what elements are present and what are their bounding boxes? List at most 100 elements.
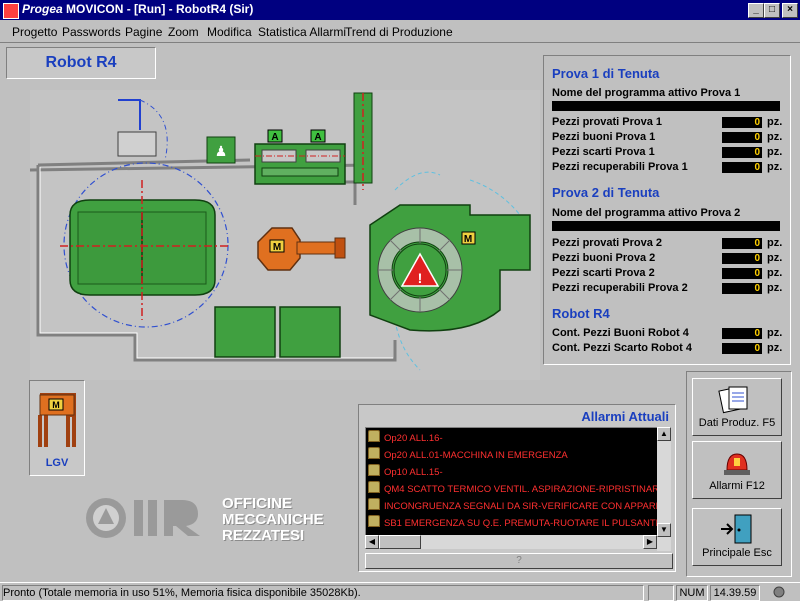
table-motor-text: M xyxy=(464,234,472,245)
main-page-button[interactable]: Principale Esc xyxy=(692,508,782,566)
row3-0-unit: pz. xyxy=(767,327,783,339)
alarm-text: SB1 EMERGENZA SU Q.E. PREMUTA-RUOTARE IL… xyxy=(384,518,659,529)
alarm-text: Op20 ALL.01-MACCHINA IN EMERGENZA xyxy=(384,450,568,461)
scroll-right-button[interactable]: ▶ xyxy=(643,535,657,549)
alarm-text: Op10 ALL.15- xyxy=(384,467,443,478)
row1-2-value: 0 xyxy=(722,147,762,158)
company-name: OFFICINE MECCANICHE REZZATESI xyxy=(222,496,324,544)
bell-icon xyxy=(368,481,380,493)
alarm-text: Op20 ALL.16- xyxy=(384,433,443,444)
station-top xyxy=(254,143,346,185)
alarm-item[interactable]: Op20 ALL.16- xyxy=(368,430,658,446)
bell-icon xyxy=(368,498,380,510)
main-page-label: Principale Esc xyxy=(702,547,772,559)
close-button[interactable]: × xyxy=(782,3,798,18)
exit-door-icon xyxy=(721,514,752,544)
alarms-label: Allarmi F12 xyxy=(709,480,765,492)
row1-3-label: Pezzi recuperabili Prova 1 xyxy=(552,161,688,173)
row2-3-label: Pezzi recuperabili Prova 2 xyxy=(552,282,688,294)
logo-line-1: OFFICINE xyxy=(222,495,292,512)
lgv-panel[interactable]: M LGV xyxy=(29,380,85,476)
warning-mark: ! xyxy=(418,270,423,286)
row2-2-label: Pezzi scarti Prova 2 xyxy=(552,267,655,279)
documents-icon xyxy=(718,386,748,414)
row3-1-unit: pz. xyxy=(767,342,783,354)
lgv-motor-text: M xyxy=(52,400,60,410)
bin-1 xyxy=(214,306,276,358)
row1-2-label: Pezzi scarti Prova 1 xyxy=(552,146,655,158)
row1-1-unit: pz. xyxy=(767,131,783,143)
row1-0-unit: pz. xyxy=(767,116,783,128)
section-prova-2: Prova 2 di Tenuta xyxy=(552,185,660,200)
bell-icon xyxy=(368,430,380,442)
badge-a-1-text: A xyxy=(271,132,278,143)
bell-icon xyxy=(368,464,380,476)
alarm-item[interactable]: Op20 ALL.01-MACCHINA IN EMERGENZA xyxy=(368,447,658,463)
row1-0-label: Pezzi provati Prova 1 xyxy=(552,116,663,128)
row2-2-unit: pz. xyxy=(767,267,783,279)
row1-0-value: 0 xyxy=(722,117,762,128)
row2-1-label: Pezzi buoni Prova 2 xyxy=(552,252,656,264)
status-time: 14.39.59 xyxy=(710,585,760,601)
row1-1-value: 0 xyxy=(722,132,762,143)
prog2-display xyxy=(552,221,780,231)
production-data-label: Dati Produz. F5 xyxy=(698,417,776,429)
alarm-panel-title: Allarmi Attuali xyxy=(581,409,669,424)
alarm-item[interactable]: INCONGRUENZA SEGNALI DA SIR-VERIFICARE C… xyxy=(368,498,658,514)
status-bar: Pronto (Totale memoria in uso 51%, Memor… xyxy=(0,582,800,601)
status-message: Pronto (Totale memoria in uso 51%, Memor… xyxy=(2,585,644,601)
row3-1-value: 0 xyxy=(722,343,762,354)
company-logo xyxy=(86,498,200,538)
alarm-item[interactable]: SB1 EMERGENZA SU Q.E. PREMUTA-RUOTARE IL… xyxy=(368,515,658,531)
row1-3-unit: pz. xyxy=(767,161,783,173)
bell-icon xyxy=(368,515,380,527)
row3-1-label: Cont. Pezzi Scarto Robot 4 xyxy=(552,342,692,354)
row2-3-unit: pz. xyxy=(767,282,783,294)
row1-3-value: 0 xyxy=(722,162,762,173)
prog2-label: Nome del programma attivo Prova 2 xyxy=(552,207,741,219)
tool-icon: ♟ xyxy=(215,143,228,159)
scroll-down-button[interactable]: ▼ xyxy=(657,523,671,537)
alarm-help-button[interactable]: ? xyxy=(365,553,673,569)
row2-1-value: 0 xyxy=(722,253,762,264)
row2-1-unit: pz. xyxy=(767,252,783,264)
logo-line-2: MECCANICHE xyxy=(222,511,324,528)
alarm-item[interactable]: Op10 ALL.15- xyxy=(368,464,658,480)
alarm-text: QM4 SCATTO TERMICO VENTIL. ASPIRAZIONE-R… xyxy=(384,484,659,495)
scroll-left-button[interactable]: ◀ xyxy=(365,535,379,549)
alarm-list[interactable]: Op20 ALL.16- Op20 ALL.01-MACCHINA IN EME… xyxy=(365,427,659,537)
lgv-label: LGV xyxy=(45,457,69,469)
scroll-thumb[interactable] xyxy=(379,535,421,549)
row3-0-label: Cont. Pezzi Buoni Robot 4 xyxy=(552,327,689,339)
row1-2-unit: pz. xyxy=(767,146,783,158)
row2-3-value: 0 xyxy=(722,283,762,294)
row3-0-value: 0 xyxy=(722,328,762,339)
conveyor-vertical xyxy=(353,92,373,190)
section-prova-1: Prova 1 di Tenuta xyxy=(552,66,660,81)
section-robot-r4: Robot R4 xyxy=(552,306,610,321)
alarm-horizontal-scrollbar[interactable]: ◀ ▶ xyxy=(365,535,657,549)
row2-0-unit: pz. xyxy=(767,237,783,249)
alarms-button[interactable]: Allarmi F12 xyxy=(692,441,782,499)
bell-icon xyxy=(368,447,380,459)
alarm-light-icon xyxy=(724,453,750,475)
status-indicator-icon xyxy=(772,585,788,599)
maximize-button[interactable]: □ xyxy=(764,3,780,18)
lgv-icon: M xyxy=(38,393,76,447)
scroll-up-button[interactable]: ▲ xyxy=(657,427,671,441)
prog1-display xyxy=(552,101,780,111)
alarm-vertical-scrollbar[interactable]: ▲ ▼ xyxy=(657,427,671,551)
status-num: NUM xyxy=(676,585,708,601)
robot-motor-text: M xyxy=(273,242,281,253)
badge-a-2-text: A xyxy=(314,132,321,143)
minimize-button[interactable]: _ xyxy=(748,3,764,18)
bin-2 xyxy=(279,306,341,358)
row1-1-label: Pezzi buoni Prova 1 xyxy=(552,131,656,143)
prog1-label: Nome del programma attivo Prova 1 xyxy=(552,87,741,99)
status-empty-1 xyxy=(648,585,674,601)
logo-line-3: REZZATESI xyxy=(222,527,305,544)
alarm-item[interactable]: QM4 SCATTO TERMICO VENTIL. ASPIRAZIONE-R… xyxy=(368,481,658,497)
row2-2-value: 0 xyxy=(722,268,762,279)
production-data-button[interactable]: Dati Produz. F5 xyxy=(692,378,782,436)
alarm-panel: Allarmi Attuali Op20 ALL.16- Op20 ALL.01… xyxy=(358,404,676,572)
